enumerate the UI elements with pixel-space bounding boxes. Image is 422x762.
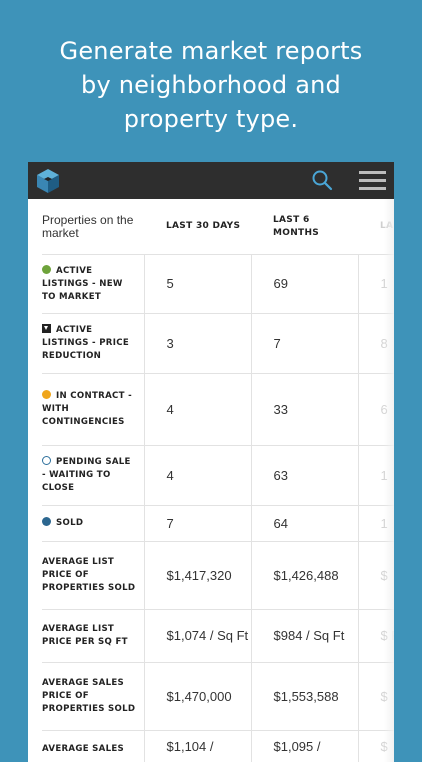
row-label: ACTIVE LISTINGS - NEW TO MARKET xyxy=(42,255,144,314)
table-corner-label: Properties on the market xyxy=(42,199,144,255)
table-row: ACTIVE LISTINGS - PRICE REDUCTION 3 7 8 xyxy=(42,314,394,374)
table-row: AVERAGE SALES $1,104 / $1,095 / $ xyxy=(42,731,394,762)
table-cell: $1,470,000 xyxy=(144,663,251,731)
table-cell: 33 xyxy=(251,374,358,446)
table-row: AVERAGE SALES PRICE OF PROPERTIES SOLD $… xyxy=(42,663,394,731)
table-cell: 3 xyxy=(144,314,251,374)
cube-logo-icon[interactable] xyxy=(36,168,60,194)
table-cell: 69 xyxy=(251,255,358,314)
table-row: AVERAGE LIST PRICE PER SQ FT $1,074 / Sq… xyxy=(42,610,394,663)
row-label: IN CONTRACT - WITH CONTINGENCIES xyxy=(42,374,144,446)
blue-dot-icon xyxy=(42,517,51,526)
table-cell: 7 xyxy=(144,506,251,542)
column-header-6-months[interactable]: LAST 6 MONTHS xyxy=(251,199,358,255)
table-row: ACTIVE LISTINGS - NEW TO MARKET 5 69 1 xyxy=(42,255,394,314)
row-label: AVERAGE LIST PRICE OF PROPERTIES SOLD xyxy=(42,542,144,610)
app-screen: Properties on the market LAST 30 DAYS LA… xyxy=(28,162,394,762)
table-row: AVERAGE LIST PRICE OF PROPERTIES SOLD $1… xyxy=(42,542,394,610)
row-label: ACTIVE LISTINGS - PRICE REDUCTION xyxy=(42,314,144,374)
table-cell: $1,074 / Sq Ft xyxy=(144,610,251,663)
headline-line-3: property type. xyxy=(0,102,422,136)
headline-line-1: Generate market reports xyxy=(0,34,422,68)
table-cell: $1,095 / xyxy=(251,731,358,762)
price-down-icon xyxy=(42,324,51,333)
scroll-edge-shadow xyxy=(384,199,394,762)
table-row: IN CONTRACT - WITH CONTINGENCIES 4 33 6 xyxy=(42,374,394,446)
row-label: AVERAGE LIST PRICE PER SQ FT xyxy=(42,610,144,663)
market-report-table: Properties on the market LAST 30 DAYS LA… xyxy=(42,199,394,762)
orange-dot-icon xyxy=(42,390,51,399)
table-cell: 5 xyxy=(144,255,251,314)
table-cell: $984 / Sq Ft xyxy=(251,610,358,663)
headline-line-2: by neighborhood and xyxy=(0,68,422,102)
table-cell: 4 xyxy=(144,446,251,506)
table-row: PENDING SALE - WAITING TO CLOSE 4 63 1 xyxy=(42,446,394,506)
table-cell: $1,426,488 xyxy=(251,542,358,610)
app-bar xyxy=(28,162,394,199)
hamburger-menu-icon[interactable] xyxy=(359,171,386,191)
search-icon[interactable] xyxy=(311,169,333,191)
green-dot-icon xyxy=(42,265,51,274)
column-header-30-days[interactable]: LAST 30 DAYS xyxy=(144,199,251,255)
table-cell: $1,553,588 xyxy=(251,663,358,731)
table-cell: 7 xyxy=(251,314,358,374)
marketing-headline: Generate market reports by neighborhood … xyxy=(0,34,422,136)
table-cell: 4 xyxy=(144,374,251,446)
market-report-table-scroll[interactable]: Properties on the market LAST 30 DAYS LA… xyxy=(42,199,394,762)
table-cell: 63 xyxy=(251,446,358,506)
table-cell: 64 xyxy=(251,506,358,542)
row-label: AVERAGE SALES PRICE OF PROPERTIES SOLD xyxy=(42,663,144,731)
table-header-row: Properties on the market LAST 30 DAYS LA… xyxy=(42,199,394,255)
row-label: AVERAGE SALES xyxy=(42,731,144,762)
row-label: SOLD xyxy=(42,506,144,542)
ring-dot-icon xyxy=(42,456,51,465)
row-label: PENDING SALE - WAITING TO CLOSE xyxy=(42,446,144,506)
table-cell: $1,104 / xyxy=(144,731,251,762)
table-row: SOLD 7 64 1 xyxy=(42,506,394,542)
table-cell: $1,417,320 xyxy=(144,542,251,610)
